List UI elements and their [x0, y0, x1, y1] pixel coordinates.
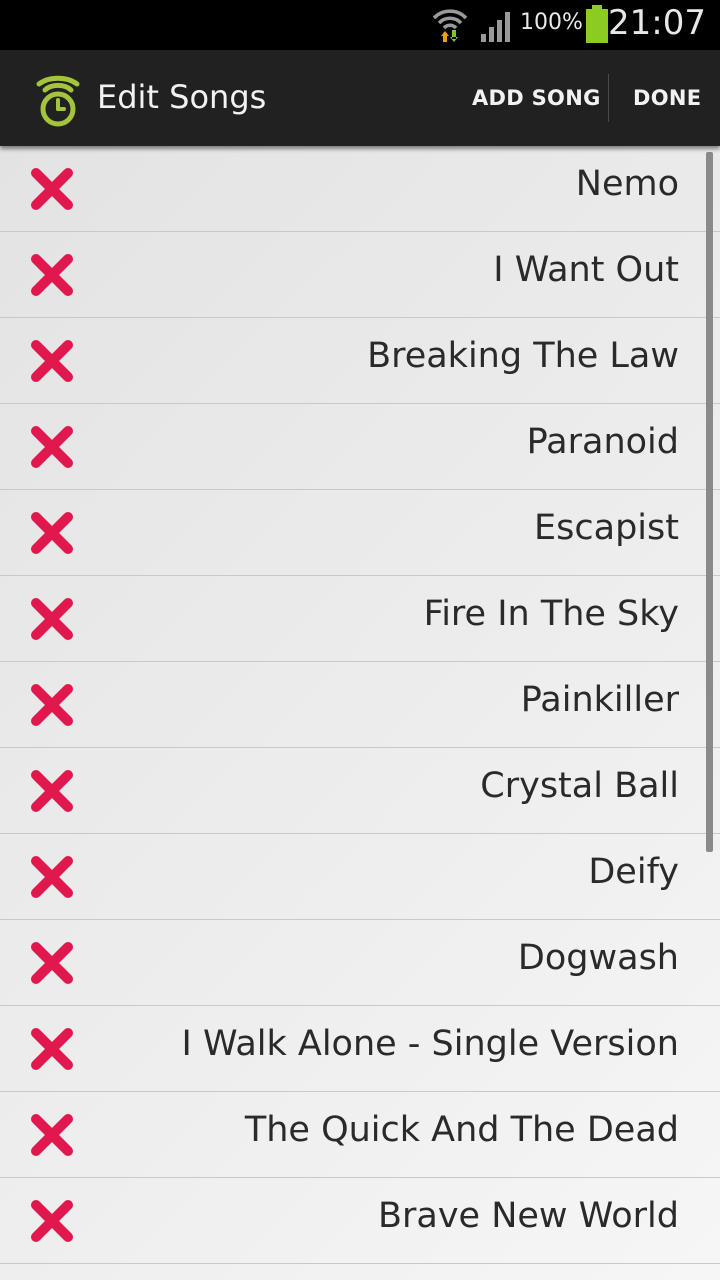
song-title: The Quick And The Dead [244, 1110, 679, 1150]
scrollbar[interactable] [706, 152, 713, 852]
song-list[interactable]: Nemo I Want Out Breaking The Law Paranoi… [0, 146, 720, 1280]
song-title: Crystal Ball [480, 766, 679, 806]
song-title: Escapist [534, 508, 679, 548]
list-item[interactable]: Escapist [0, 490, 720, 576]
page-title: Edit Songs [97, 78, 267, 116]
list-item[interactable]: Painkiller [0, 662, 720, 748]
song-title: Painkiller [520, 680, 679, 720]
delete-x-icon[interactable] [30, 683, 74, 727]
list-item[interactable]: Deify [0, 834, 720, 920]
delete-x-icon[interactable] [30, 597, 74, 641]
list-item[interactable]: Dogwash [0, 920, 720, 1006]
add-song-button[interactable]: ADD SONG [472, 86, 601, 110]
signal-icon [481, 12, 510, 42]
delete-x-icon[interactable] [30, 1113, 74, 1157]
delete-x-icon[interactable] [30, 511, 74, 555]
list-item[interactable]: Brave New World [0, 1178, 720, 1264]
status-bar: 100% 21:07 [0, 0, 720, 50]
list-item[interactable]: The Quick And The Dead [0, 1092, 720, 1178]
list-item[interactable]: Breaking The Law [0, 318, 720, 404]
delete-x-icon[interactable] [30, 941, 74, 985]
delete-x-icon[interactable] [30, 167, 74, 211]
battery-percent: 100% [520, 10, 583, 35]
done-button[interactable]: DONE [633, 86, 701, 110]
delete-x-icon[interactable] [30, 425, 74, 469]
battery-icon [586, 5, 608, 43]
delete-x-icon[interactable] [30, 769, 74, 813]
action-bar: Edit Songs ADD SONG DONE [0, 50, 720, 146]
song-title: Nemo [575, 164, 679, 204]
list-item[interactable]: Nemo [0, 146, 720, 232]
clock: 21:07 [608, 3, 706, 43]
song-title: Paranoid [526, 422, 679, 462]
list-item[interactable]: I Want Out [0, 232, 720, 318]
song-title: Dogwash [517, 938, 679, 978]
song-title: Deify [588, 852, 679, 892]
delete-x-icon[interactable] [30, 855, 74, 899]
list-item[interactable]: Crystal Ball [0, 748, 720, 834]
app-timer-icon [36, 75, 80, 127]
delete-x-icon[interactable] [30, 1199, 74, 1243]
song-title: Fire In The Sky [423, 594, 679, 634]
song-title: Brave New World [378, 1196, 679, 1236]
wifi-icon [432, 9, 468, 42]
list-item[interactable]: I Walk Alone - Single Version [0, 1006, 720, 1092]
delete-x-icon[interactable] [30, 339, 74, 383]
song-title: I Walk Alone - Single Version [181, 1024, 680, 1064]
list-item[interactable]: Fire In The Sky [0, 576, 720, 662]
song-title: Breaking The Law [367, 336, 679, 376]
delete-x-icon[interactable] [30, 1027, 74, 1071]
song-title: I Want Out [493, 250, 679, 290]
list-item[interactable]: Paranoid [0, 404, 720, 490]
delete-x-icon[interactable] [30, 253, 74, 297]
action-divider [608, 74, 609, 122]
